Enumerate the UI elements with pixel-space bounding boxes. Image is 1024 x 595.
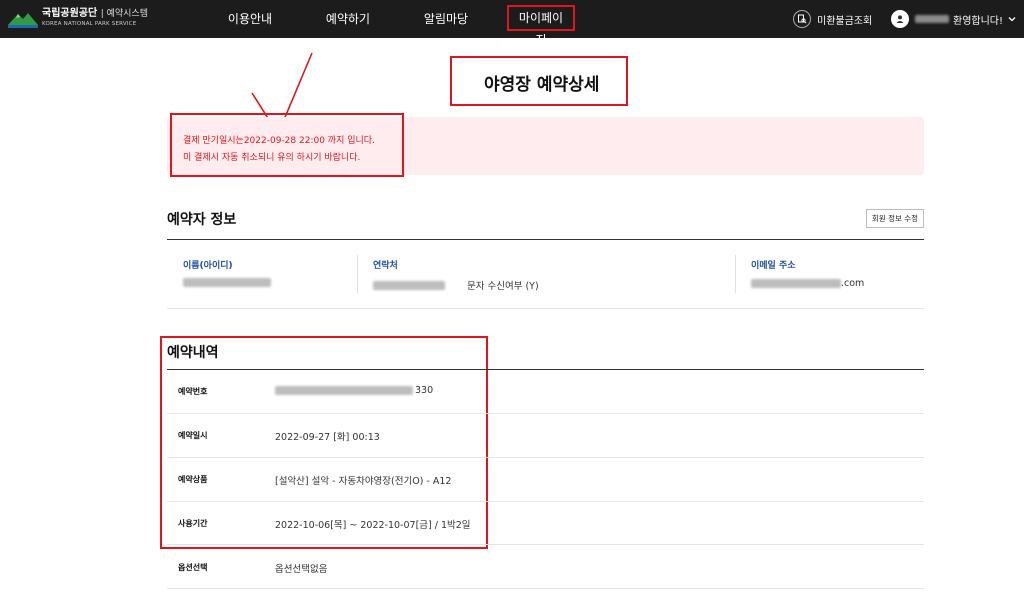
reservation-number-value: 330	[275, 385, 433, 396]
column-separator	[735, 255, 736, 293]
email-redacted	[751, 279, 841, 288]
usage-period-value: 2022-10-06[목] ~ 2022-10-07[금] / 1박2일	[275, 520, 471, 531]
section-divider	[167, 369, 924, 370]
phone-value: 문자 수신여부 (Y)	[373, 278, 539, 292]
row-divider	[167, 501, 924, 502]
alert-deadline-text: 결제 만기일시는2022-09-28 22:00 까지 입니다.	[183, 136, 375, 146]
reservation-datetime-value: 2022-09-27 [화] 00:13	[275, 432, 380, 443]
option-selection-value: 옵션선택없음	[275, 564, 328, 575]
reservation-product-label: 예약상품	[178, 475, 208, 484]
email-label: 이메일 주소	[751, 261, 796, 271]
reservation-product-value: [설악산] 설악 - 자동차야영장(전기O) - A12	[275, 476, 452, 487]
phone-redacted	[373, 280, 445, 290]
phone-label: 연락처	[373, 261, 398, 271]
reservation-number-label: 예약번호	[178, 387, 208, 396]
name-id-label: 이름(아이디)	[183, 261, 233, 271]
row-divider	[167, 544, 924, 545]
name-id-value	[183, 278, 271, 287]
sms-consent: 문자 수신여부 (Y)	[467, 281, 539, 292]
reservation-details-title: 예약내역	[167, 345, 219, 361]
booker-info-title: 예약자 정보	[167, 212, 237, 228]
section-divider	[167, 308, 924, 309]
usage-period-label: 사용기간	[178, 519, 208, 528]
reservation-number-redacted	[275, 386, 413, 395]
section-divider	[167, 239, 924, 240]
annotation-arrow	[251, 52, 313, 135]
column-separator	[357, 255, 358, 293]
alert-cancel-warning: 미 결제시 자동 취소되니 유의 하시기 바랍니다.	[183, 153, 361, 163]
name-id-redacted	[183, 278, 271, 287]
row-divider	[167, 413, 924, 414]
row-divider	[167, 457, 924, 458]
option-selection-label: 옵션선택	[178, 563, 208, 572]
email-value: .com	[751, 278, 864, 289]
edit-member-info-button[interactable]: 회원 정보 수정	[866, 209, 924, 228]
row-divider	[167, 588, 924, 589]
reservation-datetime-label: 예약일시	[178, 431, 208, 440]
